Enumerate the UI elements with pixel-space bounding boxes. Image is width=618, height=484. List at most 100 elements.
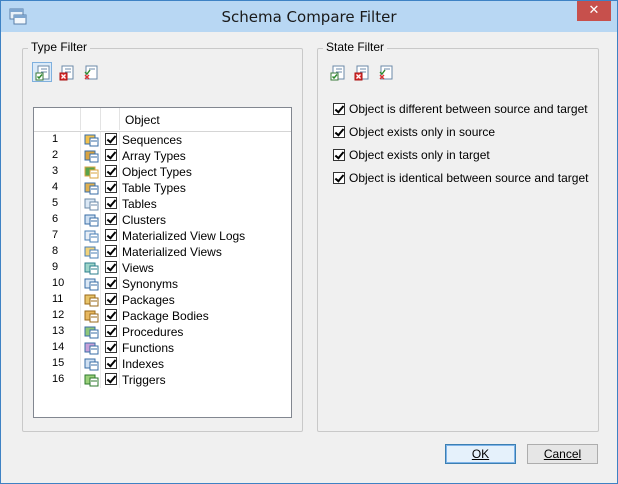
- object-type-label[interactable]: Tables: [122, 197, 157, 211]
- type-checkbox[interactable]: [105, 197, 117, 209]
- array-type-icon: [84, 150, 99, 163]
- state-identical-checkbox[interactable]: [333, 172, 345, 184]
- dialog-window: Schema Compare Filter ✕ Type Filter Obje…: [0, 0, 618, 484]
- table-row[interactable]: 9 Views: [34, 260, 291, 276]
- object-type-label[interactable]: Triggers: [122, 373, 166, 387]
- object-type-label[interactable]: Clusters: [122, 213, 166, 227]
- state-filter-legend: State Filter: [323, 40, 388, 54]
- state-only-in-target-label[interactable]: Object exists only in target: [349, 148, 490, 162]
- type-checkbox[interactable]: [105, 181, 117, 193]
- trigger-icon: [84, 374, 99, 387]
- row-separator: [119, 164, 120, 180]
- icon-column: [81, 108, 101, 130]
- type-checkbox[interactable]: [105, 293, 117, 305]
- row-separator: [80, 180, 81, 196]
- object-type-grid[interactable]: Object 1 Sequences 2 Array Types 3 Object Typ…: [33, 107, 292, 418]
- type-checkbox[interactable]: [105, 277, 117, 289]
- row-number: 10: [52, 277, 65, 289]
- table-row[interactable]: 7 Materialized View Logs: [34, 228, 291, 244]
- row-separator: [119, 180, 120, 196]
- table-row[interactable]: 6 Clusters: [34, 212, 291, 228]
- state-uncheck-all-button[interactable]: [351, 62, 371, 82]
- state-only-in-target-checkbox[interactable]: [333, 149, 345, 161]
- table-row[interactable]: 13 Procedures: [34, 324, 291, 340]
- type-checkbox[interactable]: [105, 229, 117, 241]
- table-row[interactable]: 12 Package Bodies: [34, 308, 291, 324]
- table-type-icon: [84, 182, 99, 195]
- table-row[interactable]: 3 Object Types: [34, 164, 291, 180]
- type-checkbox[interactable]: [105, 133, 117, 145]
- object-type-label[interactable]: Synonyms: [122, 277, 178, 291]
- table-row[interactable]: 14 Functions: [34, 340, 291, 356]
- object-type-label[interactable]: Materialized View Logs: [122, 229, 245, 243]
- procedure-icon: [84, 326, 99, 339]
- type-checkbox[interactable]: [105, 309, 117, 321]
- state-only-in-source-label[interactable]: Object exists only in source: [349, 125, 495, 139]
- row-separator: [80, 276, 81, 292]
- state-only-in-source-checkbox[interactable]: [333, 126, 345, 138]
- type-checkbox[interactable]: [105, 165, 117, 177]
- type-uncheck-all-button[interactable]: [56, 62, 76, 82]
- table-row[interactable]: 11 Packages: [34, 292, 291, 308]
- row-separator: [119, 244, 120, 260]
- type-checkbox[interactable]: [105, 149, 117, 161]
- row-separator: [80, 372, 81, 388]
- object-type-label[interactable]: Sequences: [122, 133, 182, 147]
- type-filter-legend: Type Filter: [28, 40, 91, 54]
- type-checkbox[interactable]: [105, 373, 117, 385]
- row-number-column: [34, 108, 81, 130]
- close-button[interactable]: ✕: [577, 1, 611, 21]
- object-type-label[interactable]: Indexes: [122, 357, 164, 371]
- object-type-label[interactable]: Functions: [122, 341, 174, 355]
- object-type-label[interactable]: Object Types: [122, 165, 192, 179]
- row-number: 13: [52, 325, 65, 337]
- type-checkbox[interactable]: [105, 261, 117, 273]
- row-separator: [80, 356, 81, 372]
- type-checkbox[interactable]: [105, 341, 117, 353]
- object-type-label[interactable]: Table Types: [122, 181, 186, 195]
- row-number: 3: [52, 165, 59, 177]
- type-checkbox[interactable]: [105, 357, 117, 369]
- row-separator: [119, 196, 120, 212]
- ok-button[interactable]: OK: [445, 444, 516, 464]
- cancel-button[interactable]: Cancel: [527, 444, 598, 464]
- synonym-icon: [84, 278, 99, 291]
- object-type-label[interactable]: Packages: [122, 293, 175, 307]
- table-row[interactable]: 2 Array Types: [34, 148, 291, 164]
- row-separator: [119, 340, 120, 356]
- table-row[interactable]: 16 Triggers: [34, 372, 291, 388]
- row-separator: [100, 228, 101, 244]
- table-row[interactable]: 1 Sequences: [34, 132, 291, 148]
- row-separator: [100, 340, 101, 356]
- table-row[interactable]: 8 Materialized Views: [34, 244, 291, 260]
- row-number: 6: [52, 213, 59, 225]
- state-identical-label[interactable]: Object is identical between source and t…: [349, 171, 588, 185]
- state-different-label[interactable]: Object is different between source and t…: [349, 102, 588, 116]
- table-row[interactable]: 15 Indexes: [34, 356, 291, 372]
- object-type-label[interactable]: Materialized Views: [122, 245, 222, 259]
- table-icon: [84, 198, 99, 211]
- row-number: 9: [52, 261, 59, 273]
- object-type-label[interactable]: Procedures: [122, 325, 183, 339]
- type-checkbox[interactable]: [105, 325, 117, 337]
- state-different-checkbox[interactable]: [333, 103, 345, 115]
- type-checkbox[interactable]: [105, 213, 117, 225]
- type-invert-check-button[interactable]: [80, 62, 100, 82]
- object-column-header[interactable]: Object: [125, 113, 160, 127]
- object-type-label[interactable]: Views: [122, 261, 154, 275]
- ok-button-label: OK: [471, 447, 490, 461]
- row-separator: [119, 212, 120, 228]
- table-row[interactable]: 10 Synonyms: [34, 276, 291, 292]
- row-separator: [100, 372, 101, 388]
- state-invert-check-button[interactable]: [375, 62, 395, 82]
- object-type-label[interactable]: Package Bodies: [122, 309, 209, 323]
- type-checkbox[interactable]: [105, 245, 117, 257]
- object-type-label[interactable]: Array Types: [122, 149, 186, 163]
- state-check-all-button[interactable]: [327, 62, 347, 82]
- type-check-all-button[interactable]: [32, 62, 52, 82]
- title-bar[interactable]: Schema Compare Filter ✕: [1, 1, 617, 32]
- row-separator: [100, 164, 101, 180]
- table-row[interactable]: 5 Tables: [34, 196, 291, 212]
- table-row[interactable]: 4 Table Types: [34, 180, 291, 196]
- invert-check-icon: [379, 65, 393, 80]
